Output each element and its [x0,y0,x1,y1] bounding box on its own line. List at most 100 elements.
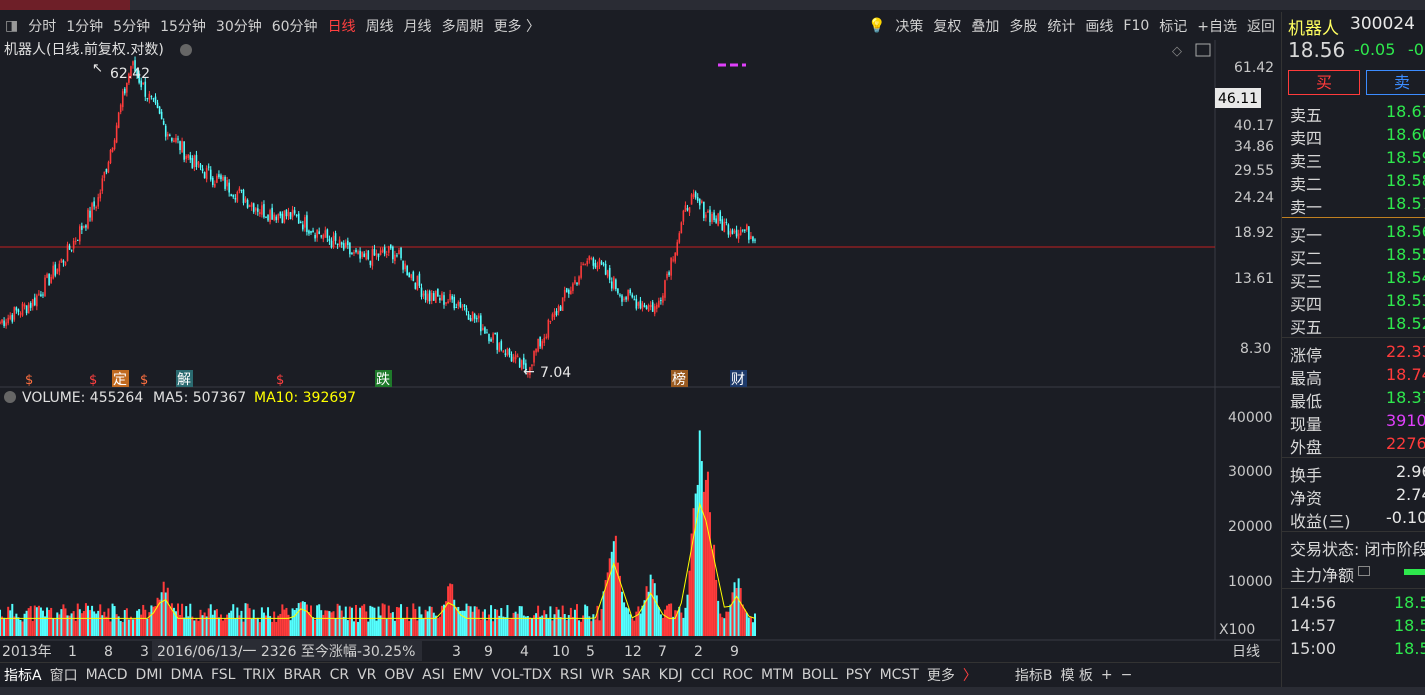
volume-bar [725,611,728,636]
sell-button[interactable]: 卖 [1366,70,1425,95]
event-marker[interactable]: $ [140,373,148,388]
tab-1min[interactable]: 1分钟 [61,16,108,36]
tool-back[interactable]: 返回 [1242,16,1280,36]
indicator-tab[interactable]: TRIX [239,667,279,683]
event-marker[interactable]: 定 [113,372,127,388]
event-marker[interactable]: $ [89,373,97,388]
event-marker[interactable]: 跌 [376,372,390,388]
tab-30min[interactable]: 30分钟 [211,16,267,36]
volume-bar [610,551,613,636]
event-marker[interactable]: 解 [177,372,191,388]
chart-svg[interactable]: 机器人(日线.前复权.对数) ◇ 61.42 40.17 34.86 29.55… [0,40,1280,662]
diamond-icon[interactable]: ◇ [1172,44,1182,59]
tab-multi-period[interactable]: 多周期 [437,16,489,36]
tool-mark[interactable]: 标记 [1154,16,1192,36]
indicator-tab[interactable]: 模 板 [1056,665,1096,685]
volume-axis-label: 20000 [1228,519,1273,535]
tool-statistics[interactable]: 统计 [1042,16,1080,36]
volume-bar [11,603,14,636]
buy-button[interactable]: 买 [1288,70,1360,95]
tab-5min[interactable]: 5分钟 [108,16,155,36]
event-marker[interactable]: $ [276,373,284,388]
volume-bar [633,620,636,636]
indicator-tab[interactable]: FSL [207,667,240,683]
candle-body [465,307,468,313]
volume-bar [485,620,488,636]
chart-area[interactable]: 机器人(日线.前复权.对数) ◇ 61.42 40.17 34.86 29.55… [0,40,1280,662]
indicator-tab[interactable]: + [1097,667,1117,683]
event-marker[interactable]: 财 [731,372,745,388]
candle-body [293,210,296,214]
tab-weekly[interactable]: 周线 [361,16,399,36]
volume-bar [289,620,292,636]
candle-body [5,322,7,326]
tool-draw[interactable]: 画线 [1080,16,1118,36]
volume-bar [659,614,662,636]
indicator-tab[interactable]: WR [587,667,619,683]
indicator-tab[interactable]: BOLL [798,667,842,683]
indicator-tab[interactable]: VOL-TDX [487,667,556,683]
indicator-tab[interactable]: MTM [757,667,798,683]
indicator-tab[interactable]: CCI [687,667,719,683]
volume-bar [475,606,478,636]
volume-bar [0,609,1,636]
tab-daily[interactable]: 日线 [323,16,361,36]
tool-f10[interactable]: F10 [1118,18,1154,34]
indicator-tab[interactable]: MCST [876,667,923,683]
tab-60min[interactable]: 60分钟 [267,16,323,36]
price-change: -0.05 [1354,40,1396,59]
volume-dropdown-icon[interactable] [4,391,16,403]
indicator-tab[interactable]: EMV [449,667,488,683]
indicator-tab[interactable]: SAR [618,667,654,683]
tool-restore-rights[interactable]: 复权 [928,16,966,36]
volume-bar [129,616,132,636]
indicator-tab[interactable]: 指标A [0,665,46,685]
title-dropdown-icon[interactable] [180,44,192,56]
indicator-tab[interactable]: BRAR [279,667,325,683]
tab-monthly[interactable]: 月线 [399,16,437,36]
list-icon[interactable] [1358,566,1370,576]
indicator-tab[interactable]: CR [326,667,354,683]
candle-body [173,140,175,143]
candle-body [214,183,216,187]
window-toggle-icon[interactable]: ◨ [0,18,23,34]
candle-body [617,288,619,294]
candle-body [38,293,40,295]
candle-body [680,222,683,234]
tool-decision[interactable]: 决策 [890,16,928,36]
candle-body [27,304,30,314]
indicator-tab[interactable]: 窗口 [46,665,82,685]
tool-add-watchlist[interactable]: +自选 [1192,16,1242,36]
volume-bar [518,606,521,636]
candle-body [54,264,57,276]
event-marker[interactable]: 榜 [672,371,686,388]
indicator-tab[interactable]: 更多 [923,665,959,685]
volume-bar [209,604,212,636]
tab-more[interactable]: 更多 〉 [489,16,545,36]
volume-bar [655,595,658,636]
volume-bar [205,616,208,636]
indicator-tab[interactable]: RSI [556,667,587,683]
tab-15min[interactable]: 15分钟 [155,16,211,36]
indicator-tab[interactable]: PSY [842,667,876,683]
indicator-tab[interactable]: VR [353,667,380,683]
indicator-tab[interactable]: MACD [82,667,132,683]
indicator-tab[interactable]: − [1117,667,1137,683]
indicator-tab[interactable]: DMA [167,667,207,683]
indicator-tab[interactable]: ASI [418,667,449,683]
lightbulb-icon[interactable]: 💡 [863,18,890,34]
indicator-tab[interactable]: 〉 [959,665,981,685]
panel-toggle-icon[interactable] [1195,43,1211,57]
tab-fenshi[interactable]: 分时 [23,16,61,36]
tool-multi-stock[interactable]: 多股 [1004,16,1042,36]
indicator-tab[interactable]: OBV [380,667,418,683]
event-marker[interactable]: $ [25,373,33,388]
indicator-tab[interactable]: 指标B [1011,665,1057,685]
indicator-tab[interactable]: DMI [132,667,167,683]
tool-overlay[interactable]: 叠加 [966,16,1004,36]
indicator-tab[interactable]: KDJ [655,667,687,683]
candle-body [33,297,36,306]
indicator-tab[interactable]: ROC [718,667,757,683]
volume-bar [490,605,493,636]
volume-bar [571,616,574,636]
